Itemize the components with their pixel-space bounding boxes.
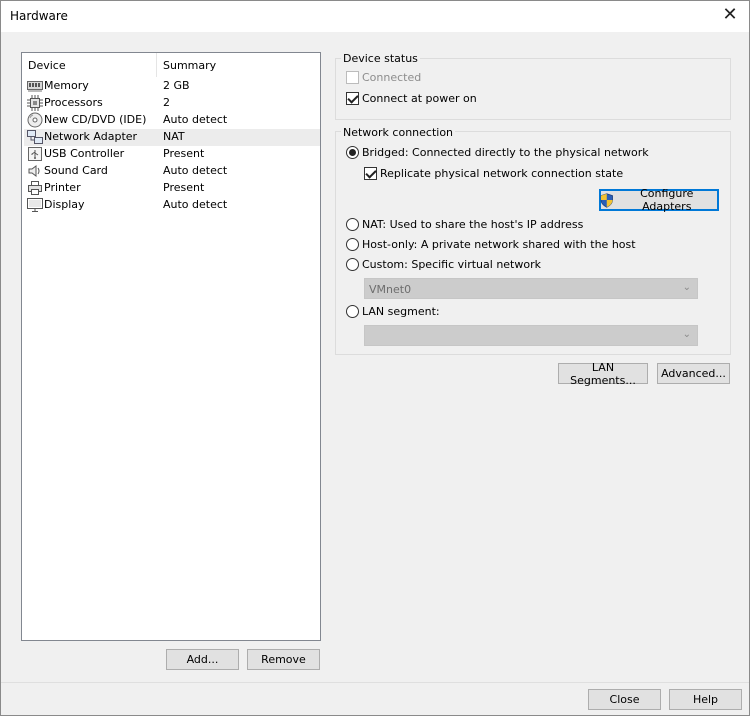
device-list-header: Device Summary (22, 53, 320, 77)
memory-icon (27, 78, 43, 94)
custom-network-dropdown[interactable]: VMnet0 ⌄ (364, 278, 698, 299)
add-button[interactable]: Add... (166, 649, 239, 670)
device-list[interactable]: Device Summary Memory 2 GB Processors 2 … (21, 52, 321, 641)
network-connection-group: Network connection Bridged: Connected di… (335, 126, 731, 355)
device-row-cd-dvd[interactable]: New CD/DVD (IDE) Auto detect (24, 112, 320, 129)
chevron-down-icon: ⌄ (682, 282, 691, 293)
bridged-label[interactable]: Bridged: Connected directly to the physi… (362, 146, 649, 159)
bridged-radio[interactable] (346, 146, 359, 159)
close-button[interactable]: Close (588, 689, 661, 710)
uac-shield-icon (600, 192, 613, 208)
nat-label[interactable]: NAT: Used to share the host's IP address (362, 218, 583, 231)
device-summary: 2 (163, 96, 170, 109)
custom-radio[interactable] (346, 258, 359, 271)
processor-icon (27, 95, 43, 111)
device-summary: Auto detect (163, 113, 228, 126)
monitor-icon (27, 197, 43, 213)
help-button[interactable]: Help (669, 689, 742, 710)
device-row-sound-card[interactable]: Sound Card Auto detect (24, 163, 320, 180)
device-row-display[interactable]: Display Auto detect (24, 197, 320, 214)
title-bar: Hardware ✕ (1, 1, 749, 32)
custom-label[interactable]: Custom: Specific virtual network (362, 258, 541, 271)
host-only-label[interactable]: Host-only: A private network shared with… (362, 238, 636, 251)
device-name: New CD/DVD (IDE) (44, 113, 147, 126)
advanced-button[interactable]: Advanced... (657, 363, 730, 384)
connect-at-power-on-label[interactable]: Connect at power on (362, 92, 477, 105)
network-adapter-icon (27, 129, 43, 145)
usb-icon (27, 146, 43, 162)
device-name: Printer (44, 181, 81, 194)
column-header-device[interactable]: Device (28, 59, 66, 72)
lan-segment-dropdown[interactable]: ⌄ (364, 325, 698, 346)
device-name: Network Adapter (44, 130, 138, 143)
device-summary: 2 GB (163, 79, 190, 92)
lan-segment-radio[interactable] (346, 305, 359, 318)
host-only-radio[interactable] (346, 238, 359, 251)
device-name: USB Controller (44, 147, 125, 160)
replicate-state-checkbox[interactable] (364, 167, 377, 180)
custom-network-value: VMnet0 (369, 283, 412, 296)
device-name: Processors (44, 96, 103, 109)
nat-radio[interactable] (346, 218, 359, 231)
column-header-summary[interactable]: Summary (163, 59, 216, 72)
chevron-down-icon: ⌄ (682, 329, 691, 340)
configure-adapters-button[interactable]: Configure Adapters (599, 187, 719, 213)
device-summary: Present (163, 147, 205, 160)
window-title: Hardware (10, 9, 68, 23)
device-row-processors[interactable]: Processors 2 (24, 95, 320, 112)
device-name: Sound Card (44, 164, 108, 177)
configure-adapters-label: Configure Adapters (640, 187, 694, 213)
device-summary: Auto detect (163, 164, 228, 177)
connected-label[interactable]: Connected (362, 71, 421, 84)
remove-button[interactable]: Remove (247, 649, 320, 670)
device-name: Display (44, 198, 85, 211)
device-row-memory[interactable]: Memory 2 GB (24, 78, 320, 95)
network-connection-title: Network connection (341, 126, 456, 139)
connect-at-power-on-checkbox[interactable] (346, 92, 359, 105)
device-row-usb-controller[interactable]: USB Controller Present (24, 146, 320, 163)
device-summary: Present (163, 181, 205, 194)
device-row-printer[interactable]: Printer Present (24, 180, 320, 197)
column-separator[interactable] (156, 53, 157, 77)
device-status-group: Device status Connected Connect at power… (335, 52, 731, 120)
close-icon[interactable]: ✕ (715, 1, 745, 31)
device-row-network-adapter[interactable]: Network Adapter NAT (24, 129, 320, 146)
lan-segments-button[interactable]: LAN Segments... (558, 361, 648, 387)
device-status-title: Device status (341, 52, 420, 65)
connected-checkbox[interactable] (346, 71, 359, 84)
device-summary: NAT (163, 130, 185, 143)
speaker-icon (27, 163, 43, 179)
footer-divider (1, 682, 749, 683)
device-summary: Auto detect (163, 198, 228, 211)
hardware-dialog: Hardware ✕ Device Summary Memory 2 GB Pr… (0, 0, 750, 716)
printer-icon (27, 180, 43, 196)
device-name: Memory (44, 79, 89, 92)
replicate-state-label[interactable]: Replicate physical network connection st… (380, 167, 623, 180)
cd-dvd-icon (27, 112, 43, 128)
lan-segment-label[interactable]: LAN segment: (362, 305, 440, 318)
